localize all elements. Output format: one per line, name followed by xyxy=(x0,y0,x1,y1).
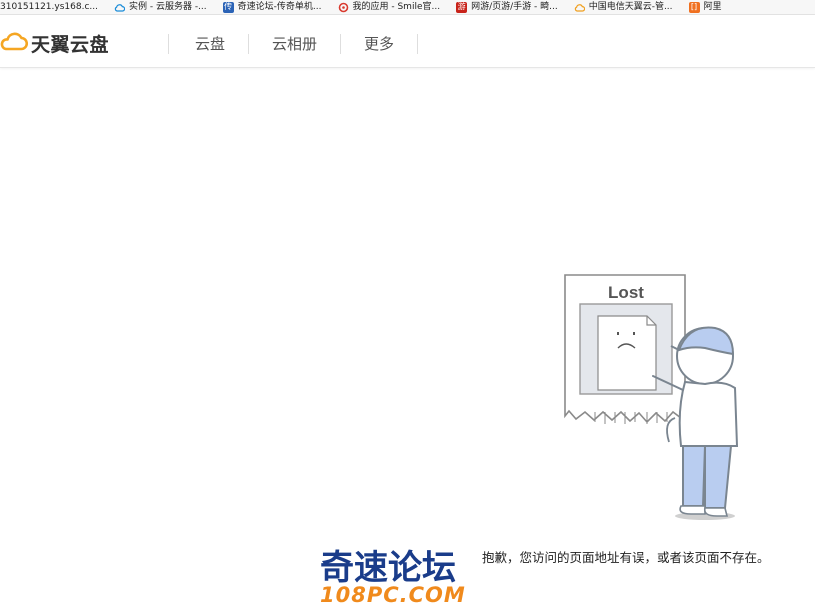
lost-sign: Lost xyxy=(564,274,686,424)
bookmark-label: 我的应用 - Smile官... xyxy=(352,2,441,12)
bookmark-label: 310151121.ys168.c... xyxy=(0,2,98,12)
refresh-icon xyxy=(338,2,349,13)
bookmark-label: 阿里 xyxy=(703,2,722,12)
bookmark-item[interactable]: 我的应用 - Smile官... xyxy=(338,0,441,14)
forum-watermark-logo: 奇速论坛 108PC.COM xyxy=(320,548,466,606)
watermark-subtitle: 108PC.COM xyxy=(320,583,466,605)
watermark-title: 奇速论坛 xyxy=(320,548,456,588)
bookmark-item[interactable]: 310151121.ys168.c... xyxy=(0,0,98,14)
bookmark-label: 网游/页游/手游 - 畸... xyxy=(471,2,558,12)
cloud-orange-icon xyxy=(574,2,585,13)
nav-item-more[interactable]: 更多 xyxy=(341,34,419,54)
cloud-icon xyxy=(114,2,125,13)
bookmark-red-icon: 游 xyxy=(456,1,468,13)
aliyun-icon: [] xyxy=(688,1,700,13)
bookmarks-bar: 310151121.ys168.c... 实例 - 云服务器 -... 传 奇速… xyxy=(0,0,815,15)
lost-sign-text: Lost xyxy=(608,283,644,302)
nav-item-photo-album[interactable]: 云相册 xyxy=(249,34,342,54)
chuan-icon: 传 xyxy=(222,1,234,13)
logo-cloud-icon xyxy=(0,31,29,55)
site-header: 天翼云盘 云盘 云相册 更多 xyxy=(0,15,815,68)
bookmark-label: 中国电信天翼云-管... xyxy=(588,2,673,12)
site-logo[interactable]: 天翼云盘 xyxy=(0,30,109,56)
bookmark-item[interactable]: 传 奇速论坛-传奇单机... xyxy=(222,0,322,14)
main-nav: 云盘 云相册 更多 xyxy=(168,34,419,54)
lost-illustration: Lost xyxy=(564,274,739,520)
bookmark-label: 实例 - 云服务器 -... xyxy=(128,2,207,12)
logo-text: 天翼云盘 xyxy=(31,33,110,56)
error-message: 抱歉，您访问的页面地址有误，或者该页面不存在。 xyxy=(482,550,770,565)
bookmark-item[interactable]: 游 网游/页游/手游 - 畸... xyxy=(456,0,558,14)
bookmark-item[interactable]: 实例 - 云服务器 -... xyxy=(114,0,207,14)
nav-item-cloud-disk[interactable]: 云盘 xyxy=(168,34,250,54)
bookmark-item[interactable]: 中国电信天翼云-管... xyxy=(574,0,673,14)
bookmark-label: 奇速论坛-传奇单机... xyxy=(237,2,322,12)
bookmark-item[interactable]: [] 阿里 xyxy=(688,0,722,14)
